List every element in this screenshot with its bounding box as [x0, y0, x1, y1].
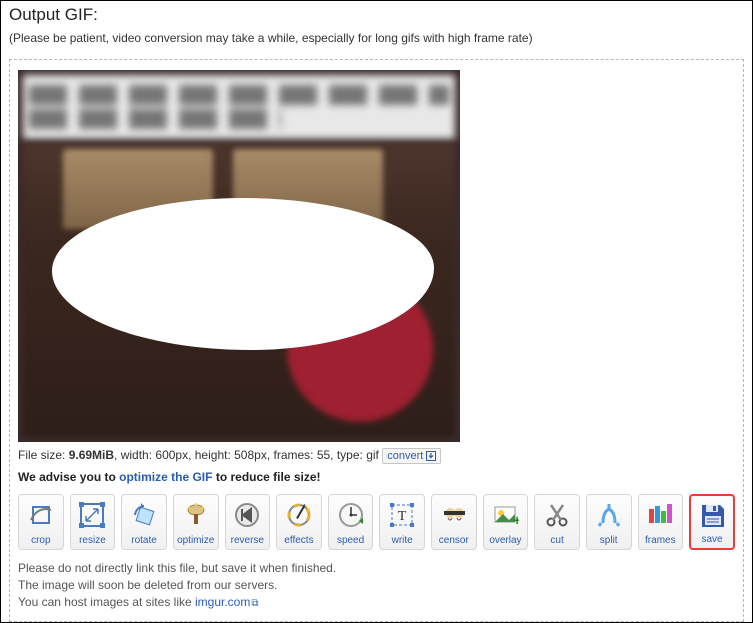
reverse-button[interactable]: reverse [225, 494, 271, 550]
rotate-button[interactable]: rotate [121, 494, 167, 550]
rotate-label: rotate [131, 535, 157, 546]
advice-before: We advise you to [18, 470, 119, 484]
split-label: split [600, 535, 618, 546]
optimize-advice: We advise you to optimize the GIF to red… [18, 470, 735, 484]
file-dimensions: , width: 600px, height: 508px, frames: 5… [114, 448, 379, 462]
censor-label: censor [439, 535, 469, 546]
optimize-label: optimize [177, 535, 214, 546]
tool-toolbar: crop resize rotate optimize reverse [18, 494, 735, 550]
write-button[interactable]: T write [379, 494, 425, 550]
advice-after: to reduce file size! [212, 470, 320, 484]
patience-note: (Please be patient, video conversion may… [9, 31, 744, 45]
crop-button[interactable]: crop [18, 494, 64, 550]
speed-button[interactable]: speed [328, 494, 374, 550]
footer-line-3: You can host images at sites like imgur.… [18, 594, 735, 611]
write-label: write [392, 535, 413, 546]
overlay-label: overlay [489, 535, 521, 546]
cut-icon [543, 495, 571, 535]
svg-text:T: T [398, 509, 407, 524]
convert-button[interactable]: convert [382, 448, 441, 464]
file-info-line: File size: 9.69MiB, width: 600px, height… [18, 448, 735, 464]
footer-line-2: The image will soon be deleted from our … [18, 577, 735, 594]
speed-icon [337, 495, 365, 535]
crop-icon [27, 495, 55, 535]
effects-label: effects [284, 535, 313, 546]
frames-label: frames [645, 535, 676, 546]
save-button[interactable]: save [689, 494, 735, 550]
convert-label: convert [387, 450, 423, 462]
split-icon [595, 495, 623, 535]
effects-button[interactable]: effects [276, 494, 322, 550]
output-heading: Output GIF: [9, 5, 744, 25]
optimize-button[interactable]: optimize [173, 494, 219, 550]
crop-label: crop [31, 535, 50, 546]
footer-notes: Please do not directly link this file, b… [18, 560, 735, 611]
overlay-icon: + [491, 495, 519, 535]
frames-icon [646, 495, 674, 535]
output-panel: File size: 9.69MiB, width: 600px, height… [9, 59, 744, 622]
speed-label: speed [337, 535, 364, 546]
resize-button[interactable]: resize [70, 494, 116, 550]
imgur-link[interactable]: imgur.com [195, 595, 250, 609]
download-icon [426, 451, 436, 461]
effects-icon [285, 495, 313, 535]
optimize-link[interactable]: optimize the GIF [119, 470, 212, 484]
reverse-icon [233, 495, 261, 535]
external-link-icon: ⧉ [251, 598, 258, 609]
file-size-prefix: File size: [18, 448, 69, 462]
censor-icon [440, 495, 468, 535]
blurred-caption [23, 75, 455, 139]
resize-label: resize [79, 535, 106, 546]
cut-label: cut [550, 535, 563, 546]
censor-button[interactable]: censor [431, 494, 477, 550]
write-icon: T [388, 495, 416, 535]
output-image [18, 70, 460, 442]
cut-button[interactable]: cut [534, 494, 580, 550]
svg-text:+: + [513, 512, 519, 528]
save-icon [698, 496, 726, 534]
frames-button[interactable]: frames [638, 494, 684, 550]
reverse-label: reverse [231, 535, 264, 546]
resize-icon [78, 495, 106, 535]
save-label: save [701, 534, 722, 545]
footer-line-1: Please do not directly link this file, b… [18, 560, 735, 577]
overlay-button[interactable]: + overlay [483, 494, 529, 550]
split-button[interactable]: split [586, 494, 632, 550]
optimize-icon [182, 495, 210, 535]
file-size-value: 9.69MiB [69, 448, 114, 462]
rotate-icon [130, 495, 158, 535]
